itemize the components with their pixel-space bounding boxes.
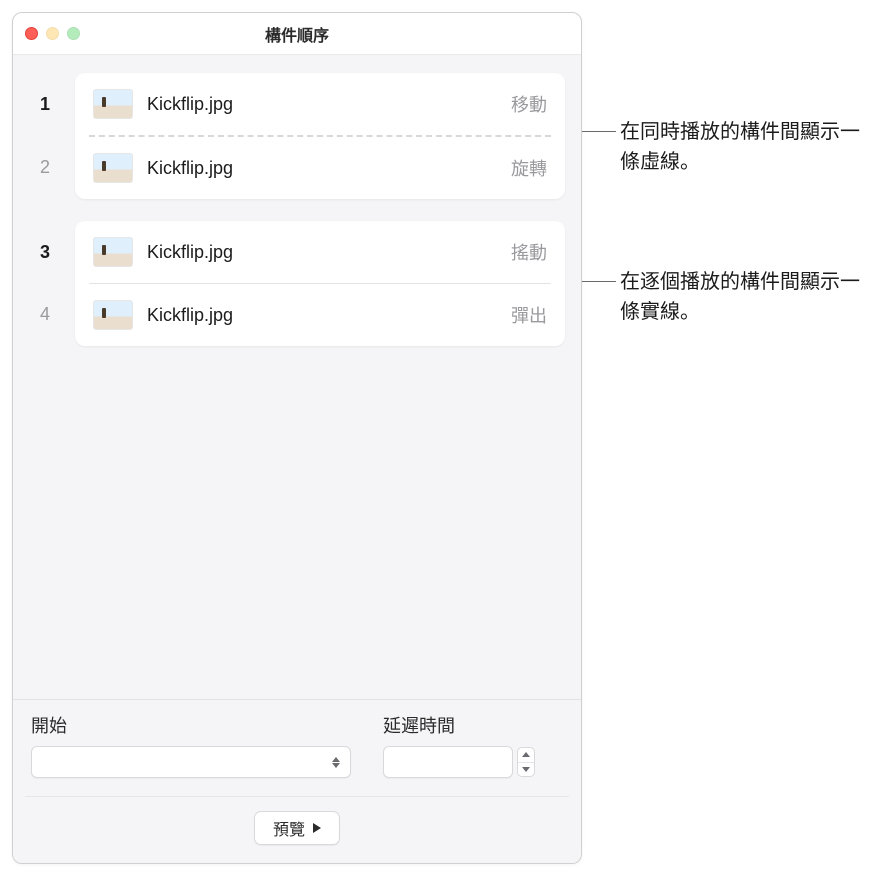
build-group: 1 2 Kickflip.jpg 移動 Kickflip.jpg 旋轉 (29, 73, 565, 199)
number-column: 1 2 (29, 73, 61, 199)
build-row[interactable]: Kickflip.jpg 彈出 (75, 284, 565, 346)
effect-label: 搖動 (511, 239, 547, 265)
delay-stepper-field (383, 746, 535, 778)
effect-label: 彈出 (511, 302, 547, 328)
preview-row: 預覽 (31, 811, 563, 845)
divider (25, 796, 569, 797)
build-number: 1 (40, 94, 50, 115)
minimize-icon (46, 27, 59, 40)
delay-label: 延遲時間 (383, 712, 535, 738)
thumbnail-icon (93, 237, 133, 267)
close-icon[interactable] (25, 27, 38, 40)
preview-button-label: 預覽 (273, 816, 305, 840)
callout-dashed: 在同時播放的構件間顯示一條虛線。 (582, 117, 872, 177)
build-order-window: 構件順序 1 2 Kickflip.jpg 移動 Kickflip.jpg 旋轉 (12, 12, 582, 864)
callout-line (582, 281, 616, 282)
filename-label: Kickflip.jpg (147, 242, 511, 263)
traffic-lights (25, 27, 80, 40)
start-label: 開始 (31, 712, 351, 738)
build-row[interactable]: Kickflip.jpg 搖動 (75, 221, 565, 283)
controls-row: 開始 延遲時間 (31, 712, 563, 778)
start-select[interactable] (31, 746, 351, 778)
thumbnail-icon (93, 153, 133, 183)
build-list: 1 2 Kickflip.jpg 移動 Kickflip.jpg 旋轉 3 (13, 55, 581, 699)
delay-input[interactable] (383, 746, 513, 778)
maximize-icon (67, 27, 80, 40)
build-number: 3 (40, 242, 50, 263)
build-number: 4 (40, 304, 50, 325)
build-group: 3 4 Kickflip.jpg 搖動 Kickflip.jpg 彈出 (29, 221, 565, 346)
chevron-up-icon[interactable] (518, 748, 534, 763)
callout-text: 在同時播放的構件間顯示一條虛線。 (620, 117, 872, 177)
effect-label: 移動 (511, 91, 547, 117)
start-control: 開始 (31, 712, 351, 778)
effect-label: 旋轉 (511, 155, 547, 181)
window-title: 構件順序 (265, 22, 329, 46)
number-column: 3 4 (29, 221, 61, 346)
chevron-down-icon[interactable] (518, 763, 534, 777)
delay-stepper[interactable] (517, 747, 535, 777)
delay-control: 延遲時間 (383, 712, 535, 778)
thumbnail-icon (93, 300, 133, 330)
filename-label: Kickflip.jpg (147, 305, 511, 326)
titlebar: 構件順序 (13, 13, 581, 55)
preview-button[interactable]: 預覽 (254, 811, 340, 845)
build-row[interactable]: Kickflip.jpg 移動 (75, 73, 565, 135)
footer: 開始 延遲時間 預覽 (13, 699, 581, 863)
build-card: Kickflip.jpg 移動 Kickflip.jpg 旋轉 (75, 73, 565, 199)
build-number: 2 (40, 157, 50, 178)
filename-label: Kickflip.jpg (147, 158, 511, 179)
play-icon (313, 823, 321, 833)
callout-line (582, 131, 616, 132)
chevron-updown-icon (328, 751, 344, 773)
build-card: Kickflip.jpg 搖動 Kickflip.jpg 彈出 (75, 221, 565, 346)
build-row[interactable]: Kickflip.jpg 旋轉 (75, 137, 565, 199)
filename-label: Kickflip.jpg (147, 94, 511, 115)
thumbnail-icon (93, 89, 133, 119)
callout-solid: 在逐個播放的構件間顯示一條實線。 (582, 267, 872, 327)
callout-text: 在逐個播放的構件間顯示一條實線。 (620, 267, 872, 327)
